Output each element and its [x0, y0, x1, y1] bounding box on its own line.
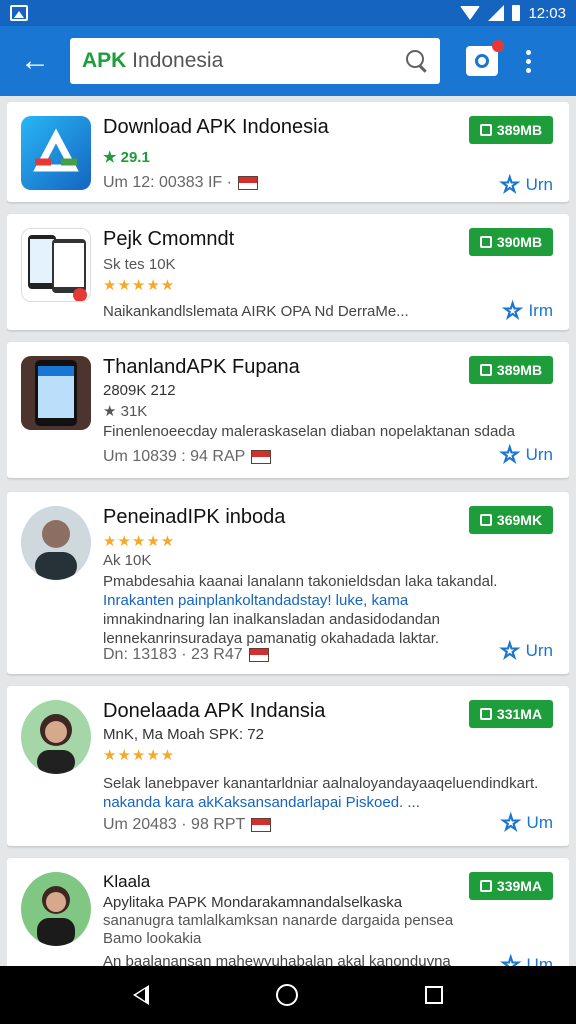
search-query: APK Indonesia	[82, 49, 224, 72]
app-info: MnK, Ma Moah SPK: 72	[103, 726, 264, 743]
app-info: ★ 31K	[103, 403, 148, 420]
author-avatar	[21, 506, 91, 580]
app-meta: Um 10839 : 94 RAP	[103, 448, 272, 466]
list-item[interactable]: Download APK Indonesia ★ 29.1 Um 12: 003…	[7, 102, 569, 202]
download-button[interactable]: 339MA	[469, 872, 553, 900]
author-avatar	[21, 700, 91, 774]
install-button[interactable]: ☆ Um	[500, 810, 553, 835]
app-info: Sk tes 10K	[103, 256, 176, 273]
wifi-icon	[460, 6, 481, 20]
arrow-left-icon: ←	[20, 44, 50, 77]
install-button[interactable]: ☆ Irm	[502, 298, 553, 323]
star-outline-icon: ☆	[499, 172, 520, 197]
nav-recents-icon[interactable]	[424, 986, 443, 1004]
app-title: Pejk Cmomndt	[103, 228, 235, 250]
list-item[interactable]: PeneinadIPK inboda ★★★★★ Ak 10K Pmabdesa…	[7, 492, 569, 674]
download-icon	[479, 236, 492, 248]
flag-icon	[237, 176, 258, 190]
star-outline-icon: ☆	[499, 442, 520, 467]
download-button[interactable]: 389MB	[469, 116, 553, 144]
app-title: ThanlandAPK Fupana	[103, 356, 300, 378]
download-button[interactable]: 369MK	[469, 506, 553, 534]
flag-icon	[251, 450, 272, 464]
camera-button[interactable]	[466, 40, 504, 76]
app-info: Apylitaka PAPK Mondarakamnandalselkaska	[103, 894, 403, 911]
signal-icon	[488, 5, 505, 21]
notification-dot	[492, 40, 504, 52]
app-meta: Um 12: 00383 IF ·	[103, 174, 258, 192]
download-icon	[479, 708, 492, 720]
list-item[interactable]: Pejk Cmomndt Sk tes 10K ★★★★★ Naikankand…	[7, 214, 569, 330]
author-avatar	[21, 872, 91, 946]
install-button[interactable]: ☆ Urn	[499, 442, 553, 467]
more-options-button[interactable]	[526, 49, 531, 73]
back-button[interactable]: ←	[0, 26, 70, 96]
nav-home-icon[interactable]	[275, 984, 298, 1006]
search-input[interactable]: APK Indonesia	[70, 38, 440, 84]
app-screenshot	[21, 356, 91, 430]
app-description: Finenlenoeecday maleraskaselan diaban no…	[103, 423, 515, 440]
list-item[interactable]: Klaala Apylitaka PAPK Mondarakamnandalse…	[7, 858, 569, 966]
rating: ★★★★★	[103, 533, 176, 550]
star-outline-icon: ☆	[499, 638, 520, 663]
navigation-bar	[0, 966, 576, 1024]
app-title: Donelaada APK Indansia	[103, 700, 326, 722]
app-title: Download APK Indonesia	[103, 116, 329, 138]
status-bar: 12:03	[0, 0, 576, 26]
download-icon	[479, 514, 492, 526]
app-meta: Dn: 13183 · 23 R47	[103, 646, 269, 664]
star-outline-icon: ☆	[500, 810, 521, 835]
app-meta: Um 20483 · 98 RPT	[103, 816, 272, 834]
app-title: PeneinadIPK inboda	[103, 506, 286, 528]
app-description: An baalanansan mahewyuhabalan akal kanon…	[103, 953, 451, 966]
flag-icon	[251, 818, 272, 832]
list-item[interactable]: ThanlandAPK Fupana 2809K 212 ★ 31K Finen…	[7, 342, 569, 478]
app-info: sananugra tamlalkamksan nanarde dargaida…	[103, 912, 454, 929]
app-description: Selak lanebpaver kanantarldniar aalnaloy…	[103, 775, 539, 811]
app-title: Klaala	[103, 872, 151, 891]
download-button[interactable]: 331MA	[469, 700, 553, 728]
camera-icon	[475, 54, 489, 68]
install-button[interactable]: ☆ Urn	[499, 638, 553, 663]
install-button[interactable]: ☆ Urn	[499, 172, 553, 197]
search-icon[interactable]	[404, 48, 430, 74]
result-list: Download APK Indonesia ★ 29.1 Um 12: 003…	[7, 96, 569, 966]
install-button[interactable]: ☆ Um	[500, 952, 553, 966]
app-bar: ← APK Indonesia	[0, 26, 576, 96]
star-outline-icon: ☆	[502, 298, 523, 323]
battery-icon	[512, 5, 521, 21]
app-screenshot	[21, 228, 91, 302]
download-button[interactable]: 390MB	[469, 228, 553, 256]
rating: ★★★★★	[103, 747, 176, 764]
star-outline-icon: ☆	[500, 952, 521, 966]
download-icon	[479, 364, 492, 376]
download-icon	[479, 880, 492, 892]
app-info: Ak 10K	[103, 552, 152, 569]
download-button[interactable]: 389MB	[469, 356, 553, 384]
app-info: 2809K 212	[103, 382, 176, 399]
clock: 12:03	[528, 4, 566, 22]
flag-icon	[248, 648, 269, 662]
app-description: Naikankandlslemata AIRK OPA Nd DerraMe..…	[103, 303, 409, 320]
app-icon	[21, 116, 91, 190]
list-item[interactable]: Donelaada APK Indansia MnK, Ma Moah SPK:…	[7, 686, 569, 846]
gallery-icon	[10, 5, 28, 21]
download-icon	[479, 124, 492, 136]
nav-back-icon[interactable]	[133, 985, 150, 1005]
rating: ★★★★★	[103, 277, 176, 294]
app-description: Pmabdesahia kaanai lanalann takonieldsda…	[103, 573, 498, 647]
app-info: Bamo lookakia	[103, 930, 202, 947]
rating: ★ 29.1	[103, 149, 150, 166]
